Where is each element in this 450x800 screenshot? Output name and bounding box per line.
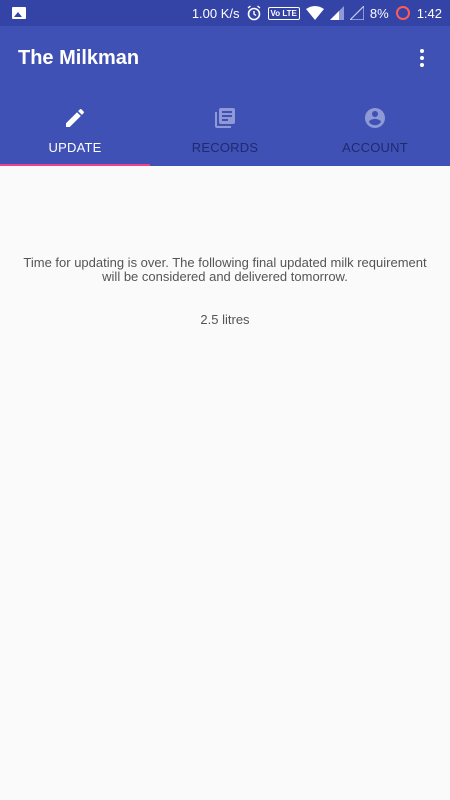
- main-content: Time for updating is over. The following…: [0, 166, 450, 328]
- volte-badge: Vo LTE: [267, 6, 300, 20]
- signal-secondary-icon: [349, 6, 364, 20]
- network-speed: 1.00 K/s: [191, 5, 240, 21]
- tab-account[interactable]: ACCOUNT: [300, 90, 450, 166]
- account-icon: [365, 107, 385, 128]
- tab-indicator: [0, 164, 150, 166]
- tab-records-label: RECORDS: [191, 139, 259, 155]
- records-icon: [215, 107, 235, 128]
- image-notification-icon: [12, 7, 26, 19]
- status-bar: 1.00 K/s Vo LTE 8% 1:42: [0, 0, 450, 26]
- tab-bar: UPDATE RECORDS ACCOUNT: [0, 90, 450, 166]
- alarm-icon: [247, 5, 260, 21]
- app-title: The Milkman: [18, 46, 140, 69]
- update-closed-message: Time for updating is over. The following…: [23, 255, 427, 284]
- battery-percent: 8%: [369, 5, 389, 21]
- tab-update-label: UPDATE: [48, 139, 102, 155]
- tab-update[interactable]: UPDATE: [0, 90, 150, 166]
- pencil-icon: [66, 108, 85, 127]
- signal-icon: [329, 6, 344, 20]
- more-options-icon[interactable]: [410, 46, 434, 70]
- tab-account-label: ACCOUNT: [342, 139, 408, 155]
- milk-requirement: 2.5 litres: [200, 312, 250, 327]
- wifi-icon: [305, 6, 324, 20]
- app-bar: The Milkman: [0, 26, 450, 90]
- tab-records[interactable]: RECORDS: [150, 90, 300, 166]
- clock: 1:42: [416, 5, 442, 21]
- battery-ring-icon: [395, 6, 410, 20]
